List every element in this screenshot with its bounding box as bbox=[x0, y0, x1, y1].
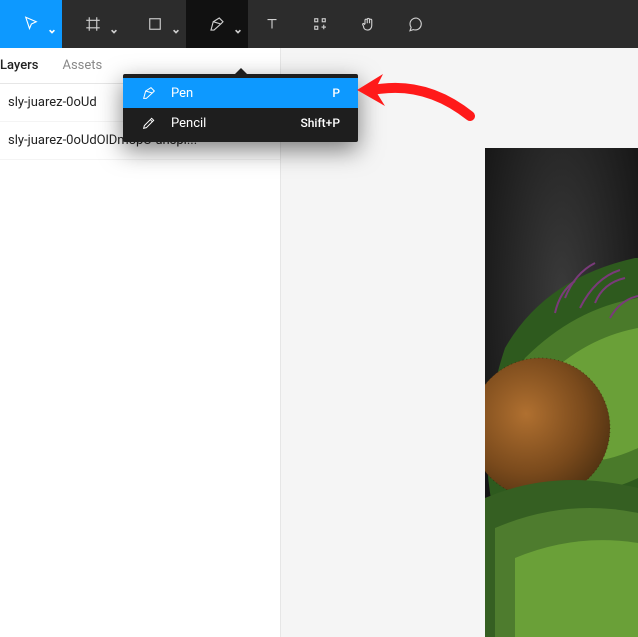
move-tool[interactable] bbox=[0, 0, 62, 48]
text-tool[interactable] bbox=[248, 0, 296, 48]
comment-tool[interactable] bbox=[392, 0, 440, 48]
dropdown-item-label: Pencil bbox=[171, 116, 286, 131]
pen-tool[interactable] bbox=[186, 0, 248, 48]
frame-icon bbox=[84, 15, 102, 33]
tab-assets[interactable]: Assets bbox=[62, 58, 102, 73]
chevron-down-icon bbox=[48, 20, 56, 28]
toolbar bbox=[0, 0, 638, 48]
pen-icon bbox=[141, 85, 157, 101]
dropdown-item-pencil[interactable]: Pencil Shift+P bbox=[123, 108, 358, 138]
dropdown-item-pen[interactable]: Pen P bbox=[123, 78, 358, 108]
hand-icon bbox=[359, 15, 377, 33]
shape-tool[interactable] bbox=[124, 0, 186, 48]
dropdown-item-label: Pen bbox=[171, 86, 318, 101]
dropdown-item-shortcut: Shift+P bbox=[300, 116, 340, 130]
cursor-icon bbox=[22, 15, 40, 33]
tab-layers[interactable]: Layers bbox=[0, 58, 38, 73]
chevron-down-icon bbox=[234, 20, 242, 28]
rectangle-icon bbox=[146, 15, 164, 33]
pen-tool-dropdown: Pen P Pencil Shift+P bbox=[123, 74, 358, 142]
pencil-icon bbox=[141, 115, 157, 131]
frame-tool[interactable] bbox=[62, 0, 124, 48]
text-icon bbox=[263, 15, 281, 33]
resources-tool[interactable] bbox=[296, 0, 344, 48]
chevron-down-icon bbox=[172, 20, 180, 28]
dropdown-item-shortcut: P bbox=[332, 86, 340, 100]
chevron-down-icon bbox=[110, 20, 118, 28]
resources-icon bbox=[311, 15, 329, 33]
comment-icon bbox=[407, 15, 425, 33]
canvas-image[interactable] bbox=[485, 148, 638, 637]
hand-tool[interactable] bbox=[344, 0, 392, 48]
pen-icon bbox=[208, 15, 226, 33]
